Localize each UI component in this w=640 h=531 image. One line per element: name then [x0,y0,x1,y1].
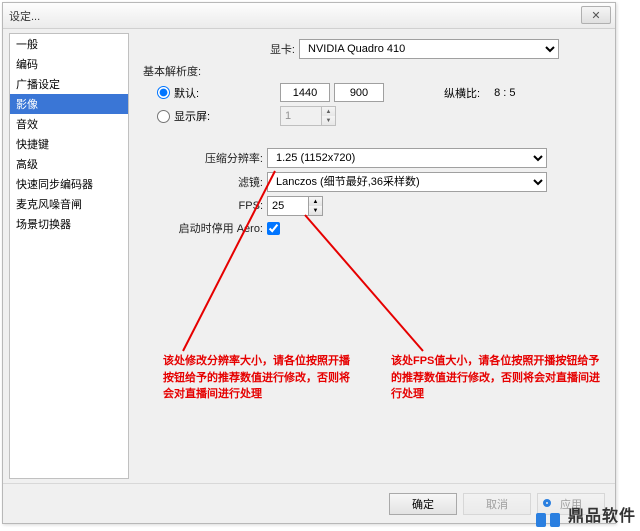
category-sidebar[interactable]: 一般 编码 广播设定 影像 音效 快捷键 高级 快速同步编码器 麦克风噪音闸 场… [9,33,129,479]
resolution-monitor-label: 显示屏: [174,108,234,124]
resolution-height-input[interactable] [334,83,384,102]
watermark-icon [534,499,564,529]
window-close-button[interactable]: ✕ [581,6,611,24]
gpu-select[interactable]: NVIDIA Quadro 410 [299,39,559,59]
aero-checkbox[interactable] [267,222,280,235]
fps-label: FPS: [139,200,267,212]
sidebar-item-broadcast[interactable]: 广播设定 [10,74,128,94]
sidebar-item-video[interactable]: 影像 [10,94,128,114]
downscale-select[interactable]: 1.25 (1152x720) [267,148,547,168]
sidebar-item-quicksync[interactable]: 快速同步编码器 [10,174,128,194]
sidebar-item-general[interactable]: 一般 [10,34,128,54]
monitor-value [281,107,321,125]
spinner-up-icon[interactable]: ▲ [309,197,322,206]
filter-label: 滤镜: [139,174,267,190]
spinner-up-icon[interactable]: ▲ [322,107,335,116]
base-resolution-title: 基本解析度: [143,63,605,79]
sidebar-item-hotkeys[interactable]: 快捷键 [10,134,128,154]
titlebar: 设定... ✕ [3,3,615,29]
sidebar-item-audio[interactable]: 音效 [10,114,128,134]
sidebar-item-encoding[interactable]: 编码 [10,54,128,74]
dialog-footer: 确定 取消 应用 [3,483,615,523]
cancel-button[interactable]: 取消 [463,493,531,515]
spinner-down-icon[interactable]: ▼ [309,206,322,215]
annotation-left: 该处修改分辨率大小，请各位按照开播按钮给予的推荐数值进行修改，否则将会对直播间进… [163,353,353,403]
watermark-text: 鼎品软件 [568,502,636,526]
downscale-label: 压缩分辨率: [139,150,267,166]
resolution-width-input[interactable] [280,83,330,102]
fps-input[interactable] [268,197,308,215]
resolution-default-label: 默认: [174,85,230,101]
annotation-right: 该处FPS值大小，请各位按照开播按钮给予的推荐数值进行修改，否则将会对直播间进行… [391,353,601,403]
aspect-value: 8 : 5 [494,87,515,99]
settings-dialog: 设定... ✕ 一般 编码 广播设定 影像 音效 快捷键 高级 快速同步编码器 … [2,2,616,524]
filter-select[interactable]: Lanczos (细节最好,36采样数) [267,172,547,192]
spinner-down-icon[interactable]: ▼ [322,116,335,125]
ok-button[interactable]: 确定 [389,493,457,515]
aspect-label: 纵横比: [444,85,480,101]
resolution-default-radio[interactable] [157,86,170,99]
sidebar-item-noise-gate[interactable]: 麦克风噪音闸 [10,194,128,214]
resolution-monitor-radio[interactable] [157,110,170,123]
close-icon: ✕ [591,9,600,22]
aero-label: 启动时停用 Aero: [139,220,267,236]
main-panel: 显卡: NVIDIA Quadro 410 基本解析度: 默认: 纵横比: 8 … [129,29,615,483]
monitor-spinner[interactable]: ▲▼ [280,106,336,126]
dialog-body: 一般 编码 广播设定 影像 音效 快捷键 高级 快速同步编码器 麦克风噪音闸 场… [3,29,615,483]
fps-spinner[interactable]: ▲▼ [267,196,323,216]
watermark: 鼎品软件 [534,499,636,529]
window-title: 设定... [9,8,40,24]
gpu-label: 显卡: [259,41,299,57]
sidebar-item-advanced[interactable]: 高级 [10,154,128,174]
sidebar-item-scene-switcher[interactable]: 场景切换器 [10,214,128,234]
